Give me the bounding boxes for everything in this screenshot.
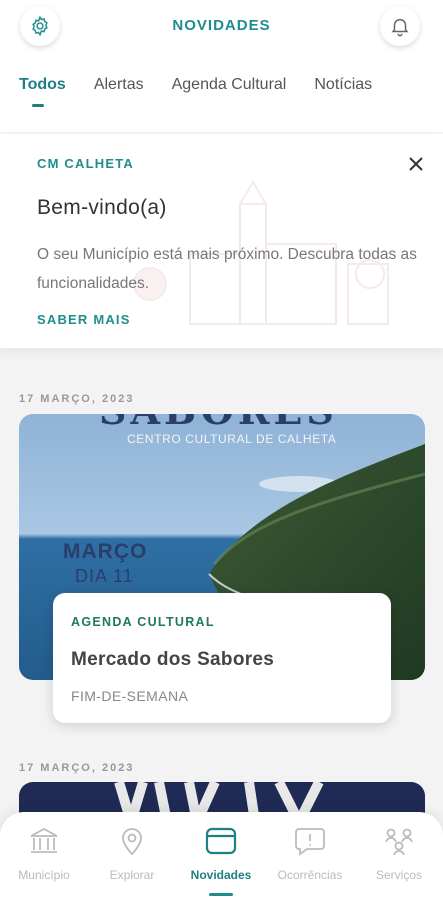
post-category: AGENDA CULTURAL <box>71 615 215 629</box>
building-icon <box>30 827 58 853</box>
tab-agenda-cultural[interactable]: Agenda Cultural <box>172 76 287 94</box>
tab-bar: Todos Alertas Agenda Cultural Notícias <box>19 76 372 107</box>
nav-label: Explorar <box>109 868 155 882</box>
alert-chat-icon <box>295 828 325 856</box>
feed-date: 17 MARÇO, 2023 <box>19 762 135 774</box>
nav-servicos[interactable]: Serviços <box>355 824 443 882</box>
welcome-heading: Bem-vindo(a) <box>37 196 167 219</box>
tab-noticias[interactable]: Notícias <box>314 76 372 94</box>
post-card[interactable]: AGENDA CULTURAL Mercado dos Sabores FIM-… <box>53 593 391 723</box>
welcome-card: CM CALHETA Bem-vindo(a) O seu Município … <box>0 134 443 348</box>
post-subtitle: FIM-DE-SEMANA <box>71 688 189 704</box>
tab-alertas[interactable]: Alertas <box>94 76 144 94</box>
news-icon <box>205 827 237 855</box>
close-icon[interactable] <box>404 152 428 176</box>
nav-ocorrencias[interactable]: Ocorrências <box>266 824 354 882</box>
map-pin-icon <box>122 828 142 856</box>
nav-label: Serviços <box>375 868 422 882</box>
tab-todos[interactable]: Todos <box>19 76 66 107</box>
saber-mais-link[interactable]: SABER MAIS <box>37 312 131 327</box>
bell-icon <box>391 18 409 37</box>
nav-label: Município <box>18 868 70 882</box>
services-icon <box>385 828 413 856</box>
nav-label: Novidades <box>190 868 252 882</box>
poster-venue: CENTRO CULTURAL DE CALHETA <box>127 432 337 446</box>
page-title: NOVIDADES <box>172 17 271 34</box>
bottom-navigation: Município Explorar Novidades Ocorrências… <box>0 812 443 900</box>
nav-label: Ocorrências <box>277 868 343 882</box>
notifications-button[interactable] <box>380 6 420 46</box>
app-header: NOVIDADES Todos Alertas Agenda Cultural … <box>0 0 443 132</box>
nav-novidades[interactable]: Novidades <box>177 824 265 896</box>
poster-day: DIA 11 <box>75 566 134 586</box>
post-title: Mercado dos Sabores <box>71 649 275 670</box>
nav-municipio[interactable]: Município <box>0 824 88 882</box>
welcome-org: CM CALHETA <box>37 156 134 171</box>
nav-explorar[interactable]: Explorar <box>88 824 176 882</box>
poster-top-word: SABORES <box>99 414 338 433</box>
feed-date: 17 MARÇO, 2023 <box>19 393 135 405</box>
welcome-body: O seu Município está mais próximo. Descu… <box>37 246 417 292</box>
poster-month: MARÇO <box>63 540 148 563</box>
